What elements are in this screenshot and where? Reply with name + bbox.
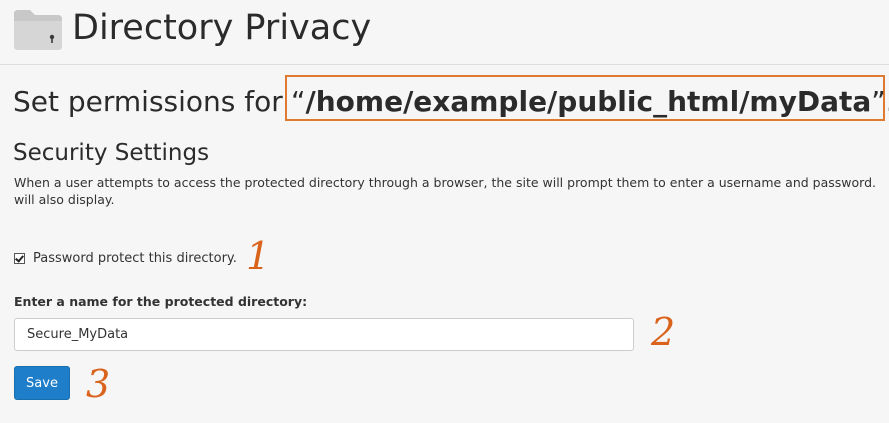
directory-name-input[interactable] [14, 318, 634, 351]
close-quote: ”. [871, 85, 889, 118]
permissions-path-line: “/home/example/public_html/myData”. [291, 80, 889, 124]
folder-lock-icon [14, 10, 62, 50]
annotation-number-1: 1 [246, 234, 271, 278]
section-title: Security Settings [13, 140, 210, 166]
password-protect-row[interactable]: Password protect this directory. [14, 248, 237, 268]
permissions-prefix: Set permissions for [13, 85, 283, 118]
page-header: Directory Privacy [0, 0, 889, 65]
directory-path: /home/example/public_html/myData [305, 85, 872, 118]
password-protect-checkbox[interactable] [14, 252, 25, 264]
save-button[interactable]: Save [14, 366, 70, 400]
annotation-number-2: 2 [651, 310, 676, 354]
page-title: Directory Privacy [72, 8, 372, 48]
directory-name-label: Enter a name for the protected directory… [14, 294, 308, 309]
section-description: When a user attempts to access the prote… [14, 175, 876, 207]
open-quote: “ [291, 85, 306, 118]
password-protect-label[interactable]: Password protect this directory. [33, 251, 237, 266]
annotation-number-3: 3 [86, 362, 111, 406]
